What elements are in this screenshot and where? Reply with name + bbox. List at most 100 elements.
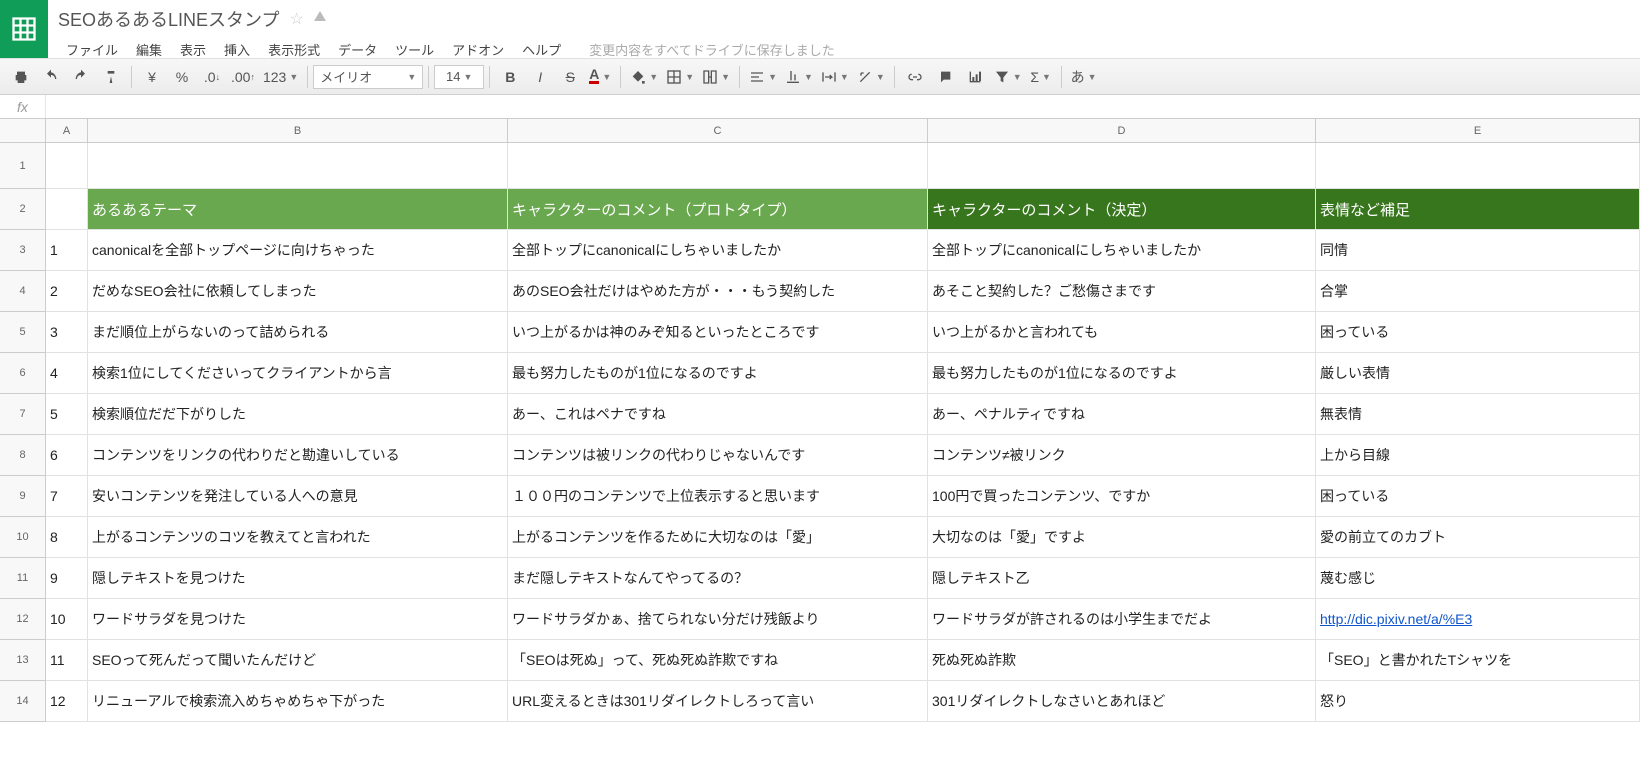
cell[interactable]: 上がるコンテンツを作るために大切なのは「愛」 — [508, 517, 928, 558]
cell[interactable]: ワードサラダを見つけた — [88, 599, 508, 640]
col-header-C[interactable]: C — [508, 119, 928, 143]
cell[interactable]: １００円のコンテンツで上位表示すると思います — [508, 476, 928, 517]
filter-icon[interactable]: ▼ — [990, 63, 1026, 91]
wrap-icon[interactable]: ▼ — [817, 63, 853, 91]
undo-icon[interactable] — [36, 63, 66, 91]
cell[interactable]: 「SEOは死ぬ」って、死ぬ死ぬ詐欺ですね — [508, 640, 928, 681]
rotate-icon[interactable]: ▼ — [853, 63, 889, 91]
cell[interactable]: コンテンツをリンクの代わりだと勘違いしている — [88, 435, 508, 476]
cell[interactable] — [1316, 143, 1640, 189]
redo-icon[interactable] — [66, 63, 96, 91]
cell[interactable]: 3 — [46, 312, 88, 353]
font-family-select[interactable]: メイリオ▼ — [313, 65, 423, 89]
cell[interactable]: 安いコンテンツを発注している人への意見 — [88, 476, 508, 517]
cell[interactable] — [46, 189, 88, 230]
cell[interactable]: 検索1位にしてくださいってクライアントから言 — [88, 353, 508, 394]
row-header[interactable]: 4 — [0, 271, 46, 312]
cell[interactable] — [928, 143, 1316, 189]
cell[interactable]: 最も努力したものが1位になるのですよ — [928, 353, 1316, 394]
cell[interactable]: http://dic.pixiv.net/a/%E3 — [1316, 599, 1640, 640]
cell[interactable] — [508, 143, 928, 189]
borders-icon[interactable]: ▼ — [662, 63, 698, 91]
cell[interactable]: 8 — [46, 517, 88, 558]
cell[interactable]: URL変えるときは301リダイレクトしろって言い — [508, 681, 928, 722]
valign-icon[interactable]: ▼ — [781, 63, 817, 91]
col-header-E[interactable]: E — [1316, 119, 1640, 143]
cell[interactable]: キャラクターのコメント（プロトタイプ） — [508, 189, 928, 230]
cell[interactable]: コンテンツ≠被リンク — [928, 435, 1316, 476]
link-icon[interactable] — [900, 63, 930, 91]
cell[interactable]: 合掌 — [1316, 271, 1640, 312]
row-header[interactable]: 5 — [0, 312, 46, 353]
cell[interactable]: まだ順位上がらないのって詰められる — [88, 312, 508, 353]
row-header[interactable]: 7 — [0, 394, 46, 435]
cell[interactable]: 怒り — [1316, 681, 1640, 722]
cell[interactable]: いつ上がるかは神のみぞ知るといったところです — [508, 312, 928, 353]
cell[interactable]: あそこと契約した？ご愁傷さまです — [928, 271, 1316, 312]
col-header-D[interactable]: D — [928, 119, 1316, 143]
select-all-corner[interactable] — [0, 119, 46, 143]
cell[interactable]: 検索順位だだ下がりした — [88, 394, 508, 435]
cell[interactable]: ワードサラダが許されるのは小学生までだよ — [928, 599, 1316, 640]
comment-icon[interactable] — [930, 63, 960, 91]
cell[interactable]: 死ぬ死ぬ詐欺 — [928, 640, 1316, 681]
cell[interactable]: SEOって死んだって聞いたんだけど — [88, 640, 508, 681]
row-header[interactable]: 8 — [0, 435, 46, 476]
cell[interactable] — [88, 143, 508, 189]
cell[interactable]: 6 — [46, 435, 88, 476]
italic-button[interactable]: I — [525, 63, 555, 91]
cell[interactable]: リニューアルで検索流入めちゃめちゃ下がった — [88, 681, 508, 722]
print-icon[interactable] — [6, 63, 36, 91]
cell[interactable]: 無表情 — [1316, 394, 1640, 435]
paint-format-icon[interactable] — [96, 63, 126, 91]
cell[interactable]: あのSEO会社だけはやめた方が・・・もう契約した — [508, 271, 928, 312]
cell[interactable]: 全部トップにcanonicalにしちゃいましたか — [928, 230, 1316, 271]
row-header[interactable]: 11 — [0, 558, 46, 599]
halign-icon[interactable]: ▼ — [745, 63, 781, 91]
doc-title[interactable]: SEOあるあるLINEスタンプ — [58, 6, 280, 32]
cell[interactable]: 10 — [46, 599, 88, 640]
merge-icon[interactable]: ▼ — [698, 63, 734, 91]
cell[interactable]: 「SEO」と書かれたTシャツを — [1316, 640, 1640, 681]
cell[interactable]: 表情など補足 — [1316, 189, 1640, 230]
cell[interactable]: あー、これはペナですね — [508, 394, 928, 435]
fill-color-icon[interactable]: ▼ — [626, 63, 662, 91]
cell[interactable]: 厳しい表情 — [1316, 353, 1640, 394]
cell[interactable]: 同情 — [1316, 230, 1640, 271]
cell[interactable]: だめなSEO会社に依頼してしまった — [88, 271, 508, 312]
cell[interactable]: 2 — [46, 271, 88, 312]
dec-inc-button[interactable]: .00↑ — [227, 63, 259, 91]
cell[interactable]: 大切なのは「愛」ですよ — [928, 517, 1316, 558]
strike-button[interactable]: S — [555, 63, 585, 91]
row-header[interactable]: 10 — [0, 517, 46, 558]
col-header-A[interactable]: A — [46, 119, 88, 143]
dec-dec-button[interactable]: .0↓ — [197, 63, 227, 91]
formula-input[interactable] — [46, 95, 1640, 118]
col-header-B[interactable]: B — [88, 119, 508, 143]
font-size-select[interactable]: 14▼ — [434, 65, 484, 89]
currency-button[interactable]: ¥ — [137, 63, 167, 91]
cell[interactable]: まだ隠しテキストなんてやってるの？ — [508, 558, 928, 599]
cell[interactable]: 12 — [46, 681, 88, 722]
cell[interactable]: いつ上がるかと言われても — [928, 312, 1316, 353]
cell[interactable]: あー、ペナルティですね — [928, 394, 1316, 435]
cell[interactable]: 上がるコンテンツのコツを教えてと言われた — [88, 517, 508, 558]
cell[interactable]: 愛の前立てのカブト — [1316, 517, 1640, 558]
cell[interactable]: 隠しテキストを見つけた — [88, 558, 508, 599]
cell[interactable]: 4 — [46, 353, 88, 394]
bold-button[interactable]: B — [495, 63, 525, 91]
cell[interactable]: あるあるテーマ — [88, 189, 508, 230]
number-format-button[interactable]: 123▼ — [259, 63, 302, 91]
percent-button[interactable]: % — [167, 63, 197, 91]
cell[interactable]: 1 — [46, 230, 88, 271]
cell[interactable]: 隠しテキスト乙 — [928, 558, 1316, 599]
ime-button[interactable]: あ▼ — [1067, 63, 1101, 91]
row-header[interactable]: 6 — [0, 353, 46, 394]
cell[interactable]: コンテンツは被リンクの代わりじゃないんです — [508, 435, 928, 476]
cell[interactable]: 蔑む感じ — [1316, 558, 1640, 599]
cell[interactable]: 11 — [46, 640, 88, 681]
row-header[interactable]: 2 — [0, 189, 46, 230]
row-header[interactable]: 13 — [0, 640, 46, 681]
cell[interactable]: 困っている — [1316, 476, 1640, 517]
cell[interactable]: 9 — [46, 558, 88, 599]
